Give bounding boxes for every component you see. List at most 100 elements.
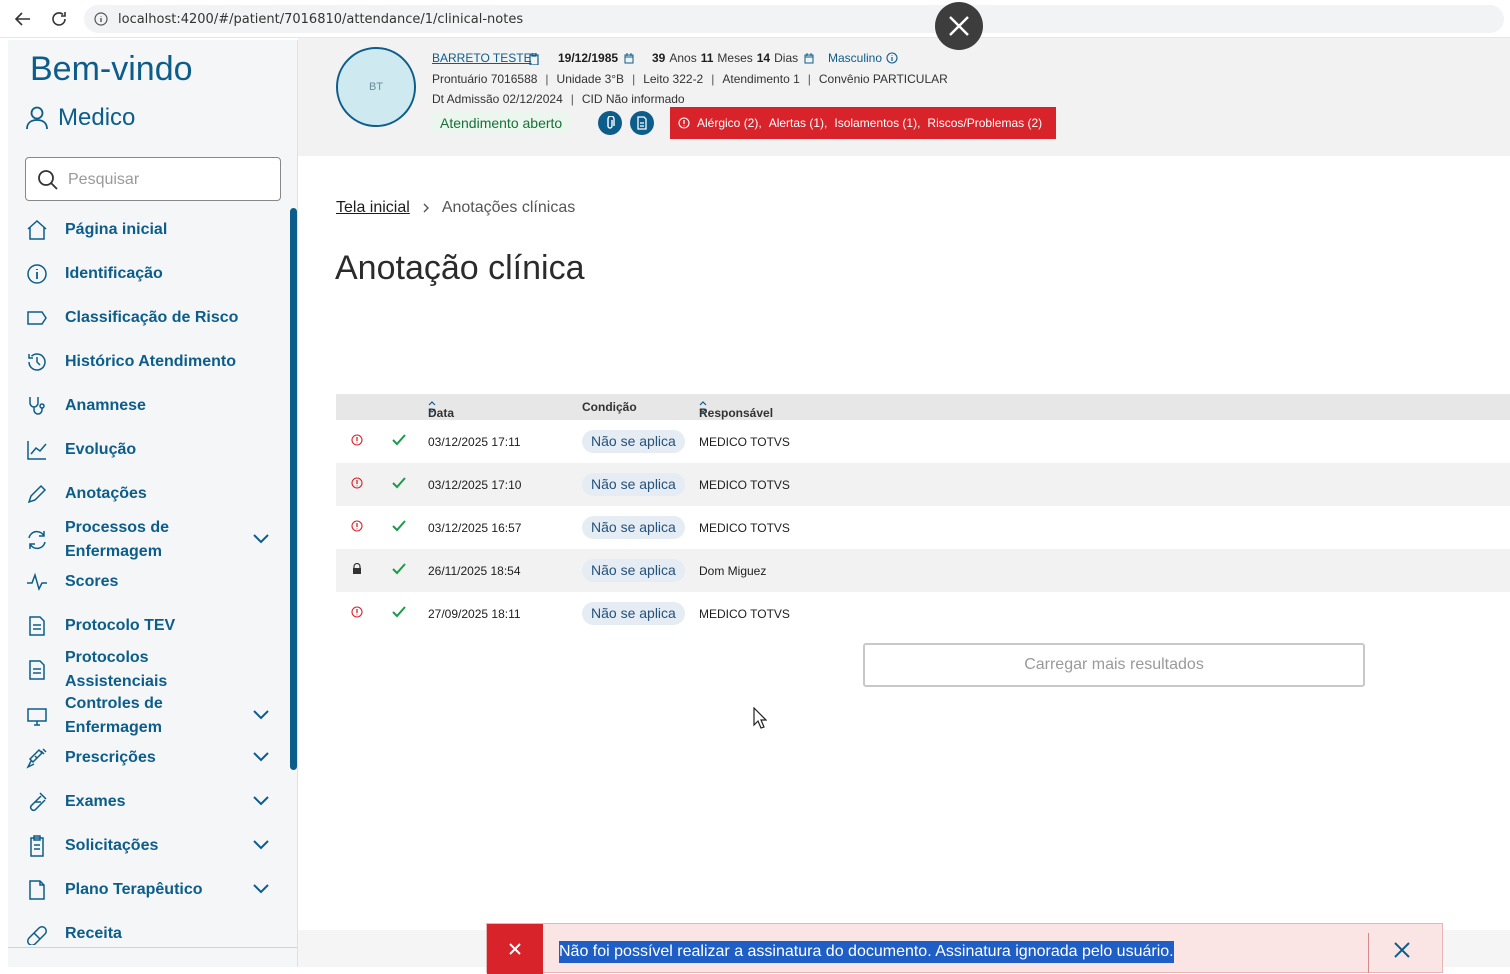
sidebar-item-anamnese[interactable]: Anamnese: [8, 384, 288, 428]
home-icon: [26, 219, 48, 241]
sidebar-item-classificacao-risco[interactable]: Classificação de Risco: [8, 296, 288, 340]
avatar: BT: [336, 47, 416, 127]
chevron-down-icon[interactable]: [252, 531, 270, 549]
tag-icon: [26, 307, 48, 329]
sidebar-item-label: Histórico Atendimento: [65, 353, 236, 370]
row-responsible: MEDICO TOTVS: [699, 435, 790, 449]
sidebar-item-plano-terapeutico[interactable]: Plano Terapêutico: [8, 868, 288, 912]
sidebar-item-anotacoes[interactable]: Anotações: [8, 472, 288, 516]
url-text: localhost:4200/#/patient/7016810/attenda…: [118, 12, 524, 27]
alert-icon[interactable]: [351, 477, 363, 492]
sidebar-item-scores[interactable]: Scores: [8, 560, 288, 604]
address-bar[interactable]: localhost:4200/#/patient/7016810/attenda…: [84, 5, 1504, 33]
file-icon: [26, 879, 48, 901]
sidebar-item-prescricoes[interactable]: Prescrições: [8, 736, 288, 780]
syringe-icon: [26, 747, 48, 769]
chevron-down-icon[interactable]: [252, 793, 270, 811]
info-icon[interactable]: [886, 52, 898, 64]
alert-icon[interactable]: [351, 520, 363, 535]
table-row[interactable]: 03/12/2025 17:11 Não se aplica MEDICO TO…: [336, 420, 1510, 463]
breadcrumb-home-link[interactable]: Tela inicial: [336, 199, 410, 217]
table-row[interactable]: 27/09/2025 18:11 Não se aplica MEDICO TO…: [336, 592, 1510, 635]
row-condition-tag: Não se aplica: [582, 602, 685, 625]
close-icon[interactable]: [1393, 941, 1411, 964]
table-row[interactable]: 26/11/2025 18:54 Não se aplica Dom Migue…: [336, 549, 1510, 592]
alert-icon[interactable]: [351, 606, 363, 621]
row-responsible: MEDICO TOTVS: [699, 478, 790, 492]
toast-divider: [1368, 933, 1369, 973]
monitor-icon: [26, 705, 48, 727]
patient-sex: Masculino: [828, 51, 898, 65]
sidebar-item-label: Anamnese: [65, 397, 146, 414]
error-x-icon: [509, 943, 521, 955]
row-date: 03/12/2025 17:11: [428, 435, 521, 449]
column-header-responsible[interactable]: Responsável: [699, 400, 773, 420]
toast-message: Não foi possível realizar a assinatura d…: [559, 941, 1174, 963]
alert-risks[interactable]: Riscos/Problemas (2): [927, 116, 1042, 130]
sidebar-item-receita[interactable]: Receita: [8, 912, 288, 956]
table-row[interactable]: 03/12/2025 16:57 Não se aplica MEDICO TO…: [336, 506, 1510, 549]
user-info: Medico: [26, 104, 135, 132]
alert-icon[interactable]: [351, 434, 363, 449]
test-tube-icon: [26, 791, 48, 813]
sidebar-item-protocolos-assistenciais[interactable]: Protocolos Assistenciais: [8, 648, 288, 692]
attachment-button[interactable]: [598, 111, 622, 135]
sidebar-item-label: Receita: [65, 925, 122, 942]
sidebar-item-pagina-inicial[interactable]: Página inicial: [8, 208, 288, 252]
info-icon: [26, 263, 48, 285]
check-icon: [391, 433, 407, 450]
alert-alerts[interactable]: Alertas (1),: [769, 116, 828, 130]
row-date: 27/09/2025 18:11: [428, 607, 521, 621]
row-condition-tag: Não se aplica: [582, 516, 685, 539]
sidebar-item-identificacao[interactable]: Identificação: [8, 252, 288, 296]
alerts-banner[interactable]: Alérgico (2), Alertas (1), Isolamentos (…: [670, 107, 1056, 139]
table-header: Data Condição Responsável: [336, 394, 1510, 420]
lock-icon: [351, 562, 363, 578]
alert-allergic[interactable]: Alérgico (2),: [697, 116, 762, 130]
sidebar-item-exames[interactable]: Exames: [8, 780, 288, 824]
load-more-button[interactable]: Carregar mais resultados: [863, 643, 1365, 687]
patient-age: 39 Anos 11 Meses 14 Dias: [652, 51, 814, 65]
sidebar-item-evolucao[interactable]: Evolução: [8, 428, 288, 472]
back-arrow-icon[interactable]: [12, 8, 34, 30]
table-row[interactable]: 03/12/2025 17:10 Não se aplica MEDICO TO…: [336, 463, 1510, 506]
sidebar-menu: Página inicial Identificação Classificaç…: [8, 208, 288, 956]
reload-icon[interactable]: [48, 8, 70, 30]
sidebar-item-label: Exames: [65, 793, 126, 810]
chevron-down-icon[interactable]: [252, 837, 270, 855]
chart-line-icon: [26, 439, 48, 461]
chevron-down-icon[interactable]: [252, 749, 270, 767]
site-info-icon[interactable]: [94, 12, 108, 31]
sidebar-item-protocolo-tev[interactable]: Protocolo TEV: [8, 604, 288, 648]
user-icon: [26, 106, 48, 130]
row-date: 03/12/2025 17:10: [428, 478, 522, 492]
chevron-down-icon[interactable]: [252, 881, 270, 899]
search-box[interactable]: [25, 157, 281, 201]
search-input[interactable]: [68, 168, 268, 192]
sidebar-scrollbar[interactable]: [290, 208, 297, 770]
sidebar-item-historico[interactable]: Histórico Atendimento: [8, 340, 288, 384]
sidebar-item-label: Processos de Enfermagem: [65, 519, 170, 560]
column-header-date[interactable]: Data: [428, 400, 454, 420]
document-icon: [26, 659, 48, 681]
document-button[interactable]: [630, 111, 654, 135]
patient-name-link[interactable]: BARRETO TESTE: [432, 51, 532, 65]
status-badge: Atendimento aberto: [432, 112, 571, 134]
sidebar-item-solicitacoes[interactable]: Solicitações: [8, 824, 288, 868]
sidebar-item-controles-enfermagem[interactable]: Controles de Enfermagem: [8, 692, 288, 740]
sidebar-divider: [8, 947, 297, 948]
chevron-down-icon[interactable]: [252, 707, 270, 725]
refresh-icon: [26, 529, 48, 551]
patient-details-line: Prontuário 7016588 | Unidade 3°B | Leito 3…: [432, 72, 948, 86]
search-icon: [37, 169, 59, 196]
close-overlay-button[interactable]: [935, 2, 983, 50]
window-edge: [0, 38, 8, 967]
pulse-icon: [26, 571, 48, 593]
sidebar-item-processos-enfermagem[interactable]: Processos de Enfermagem: [8, 516, 288, 564]
alert-isolation[interactable]: Isolamentos (1),: [834, 116, 920, 130]
sidebar-item-label: Controles de Enfermagem: [65, 695, 163, 736]
clipboard-icon[interactable]: [529, 52, 539, 70]
paperclip-icon: [607, 116, 615, 129]
check-icon: [391, 562, 407, 579]
clinical-notes-table: Data Condição Responsável 03/12/2025 17:…: [336, 394, 1510, 635]
